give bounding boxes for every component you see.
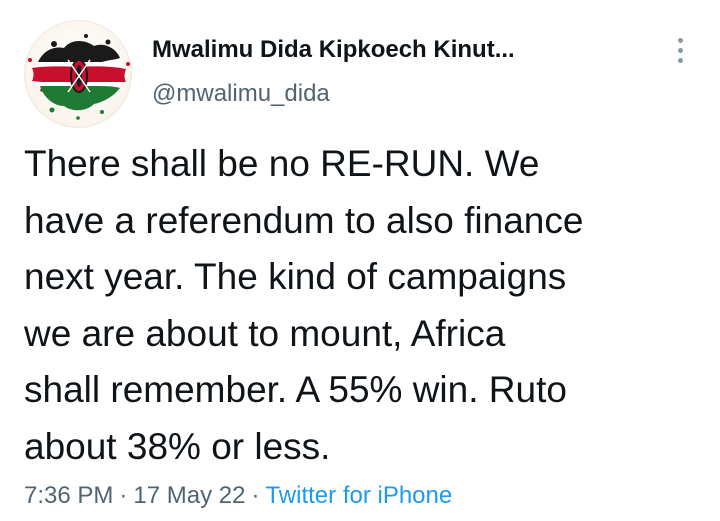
author-handle[interactable]: @mwalimu_dida xyxy=(152,80,330,108)
tweet-time[interactable]: 7:36 PM xyxy=(24,482,113,509)
tweet-meta: 7:36 PM · 17 May 22 · Twitter for iPhone xyxy=(24,482,452,510)
meta-separator: · xyxy=(251,482,260,509)
tweet-source-link[interactable]: Twitter for iPhone xyxy=(265,482,452,509)
more-options-icon[interactable] xyxy=(670,38,690,68)
kenya-flag-icon xyxy=(28,34,130,120)
tweet-text: There shall be no RE-RUN. We have a refe… xyxy=(24,143,584,467)
more-dot xyxy=(677,38,683,43)
author-display-name[interactable]: Mwalimu Dida Kipkoech Kinut... xyxy=(152,36,515,64)
avatar[interactable] xyxy=(24,20,132,128)
more-dot xyxy=(677,58,683,63)
meta-separator: · xyxy=(119,482,128,509)
tweet-date[interactable]: 17 May 22 xyxy=(133,482,245,509)
more-dot xyxy=(677,48,683,53)
